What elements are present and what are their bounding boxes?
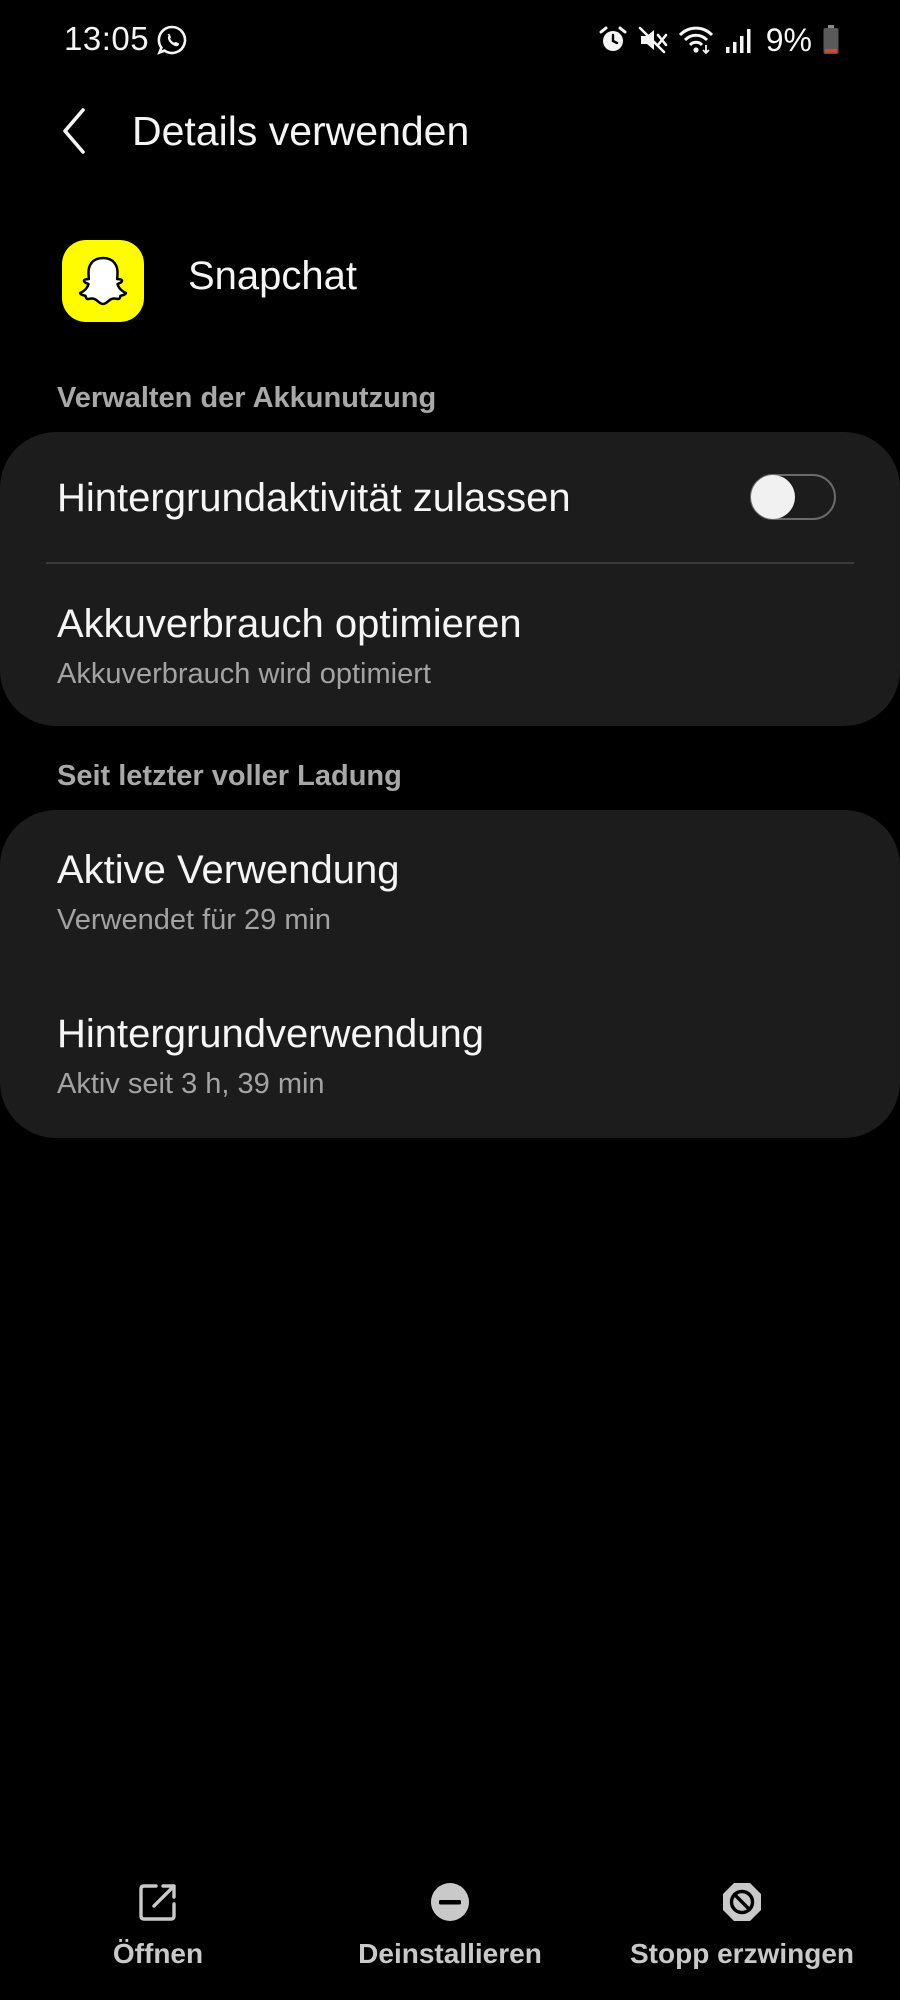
snapchat-ghost-icon <box>62 240 144 322</box>
usage-card: Aktive Verwendung Verwendet für 29 min H… <box>0 810 900 1138</box>
active-usage-row[interactable]: Aktive Verwendung Verwendet für 29 min <box>0 810 900 974</box>
chevron-left-icon <box>59 107 89 160</box>
force-stop-icon <box>720 1880 764 1924</box>
back-button[interactable] <box>44 100 104 166</box>
force-stop-label: Stopp erzwingen <box>630 1938 854 1969</box>
toggle-knob <box>751 475 795 519</box>
section-header-battery-management: Verwalten der Akkunutzung <box>57 382 437 414</box>
uninstall-label: Deinstallieren <box>358 1938 542 1969</box>
status-icons: 9% <box>598 22 840 58</box>
uninstall-minus-icon <box>428 1880 472 1924</box>
section-header-since-full-charge: Seit letzter voller Ladung <box>57 760 402 792</box>
open-button[interactable]: Öffnen <box>28 1860 288 1970</box>
background-usage-subtitle: Aktiv seit 3 h, 39 min <box>57 1068 325 1100</box>
open-external-icon <box>136 1880 180 1924</box>
battery-icon <box>822 24 840 56</box>
signal-icon <box>724 25 754 55</box>
battery-management-card: Hintergrundaktivität zulassen Akkuverbra… <box>0 432 900 726</box>
optimize-battery-row[interactable]: Akkuverbrauch optimieren Akkuverbrauch w… <box>0 564 900 726</box>
background-activity-title: Hintergrundaktivität zulassen <box>57 476 571 520</box>
alarm-icon <box>598 25 628 55</box>
bottom-action-bar: Öffnen Deinstallieren Stopp erzwingen <box>0 1860 900 1970</box>
optimize-battery-title: Akkuverbrauch optimieren <box>57 602 522 646</box>
mute-icon <box>638 25 668 55</box>
uninstall-button[interactable]: Deinstallieren <box>320 1860 580 1970</box>
optimize-battery-subtitle: Akkuverbrauch wird optimiert <box>57 658 431 690</box>
active-usage-subtitle: Verwendet für 29 min <box>57 904 332 936</box>
page-title: Details verwenden <box>132 108 470 154</box>
status-time: 13:05 <box>64 20 150 57</box>
background-activity-toggle[interactable] <box>750 474 836 520</box>
force-stop-button[interactable]: Stopp erzwingen <box>612 1860 872 1970</box>
background-activity-row[interactable]: Hintergrundaktivität zulassen <box>0 432 900 562</box>
background-usage-row[interactable]: Hintergrundverwendung Aktiv seit 3 h, 39… <box>0 974 900 1138</box>
battery-percent: 9% <box>765 21 812 58</box>
status-bar: 13:05 9% <box>0 0 900 80</box>
active-usage-title: Aktive Verwendung <box>57 848 400 892</box>
header: Details verwenden <box>0 90 900 176</box>
wifi-icon <box>678 25 714 55</box>
background-usage-title: Hintergrundverwendung <box>57 1012 484 1056</box>
app-name: Snapchat <box>188 254 358 298</box>
app-info: Snapchat <box>0 230 900 330</box>
open-label: Öffnen <box>112 1938 204 1969</box>
whatsapp-icon <box>156 24 188 56</box>
